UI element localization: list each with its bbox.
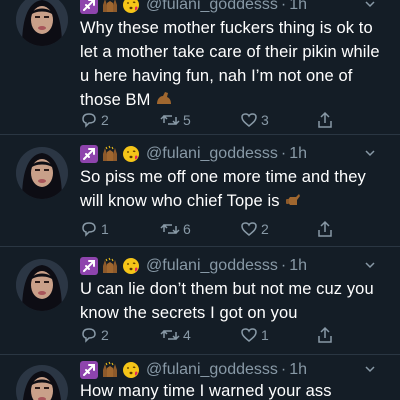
- share-icon: [318, 326, 332, 343]
- heart-icon: [241, 328, 257, 342]
- tweet-feed: @fulani_goddesss · 1h Why these mother f…: [0, 0, 400, 400]
- tweet-text: So piss me off one more time and they wi…: [80, 168, 366, 210]
- retweet-count: 6: [183, 221, 191, 237]
- user-handle[interactable]: @fulani_goddesss: [146, 257, 278, 275]
- chevron-down-icon[interactable]: [364, 259, 376, 271]
- call-me-hand-icon: [285, 194, 300, 205]
- tweet-header: @fulani_goddesss · 1h: [80, 143, 390, 165]
- raising-hands-icon: [103, 257, 117, 273]
- retweet-button[interactable]: 5: [160, 111, 191, 129]
- sagittarius-icon: [80, 0, 98, 14]
- chevron-down-icon[interactable]: [364, 363, 376, 375]
- avatar[interactable]: [16, 0, 68, 46]
- retweet-count: 5: [183, 112, 191, 128]
- tweet-text: U can lie don’t them but not me cuz you …: [80, 280, 374, 322]
- share-button[interactable]: [316, 220, 337, 238]
- share-button[interactable]: [316, 326, 337, 344]
- face-blowing-kiss-icon: [123, 146, 139, 162]
- raising-hands-icon: [103, 0, 117, 12]
- like-button[interactable]: 3: [240, 111, 269, 129]
- tweet-header: @fulani_goddesss · 1h: [80, 0, 390, 16]
- face-blowing-kiss-icon: [123, 0, 139, 13]
- sagittarius-icon: [80, 145, 98, 163]
- separator-dot: ·: [280, 0, 287, 13]
- face-blowing-kiss-icon: [123, 362, 139, 378]
- timestamp[interactable]: 1h: [289, 145, 307, 163]
- face-blowing-kiss-icon: [123, 258, 139, 274]
- header-emojis: [80, 257, 140, 275]
- tweet-header: @fulani_goddesss · 1h: [80, 255, 390, 277]
- retweet-button[interactable]: 6: [160, 220, 191, 238]
- tweet-header: @fulani_goddesss · 1h: [80, 359, 390, 381]
- header-emojis: [80, 145, 140, 163]
- reply-icon: [82, 113, 96, 128]
- retweet-button[interactable]: 4: [160, 326, 191, 344]
- reply-button[interactable]: 1: [80, 220, 109, 238]
- separator-dot: ·: [280, 145, 287, 162]
- share-icon: [318, 220, 332, 237]
- timestamp[interactable]: 1h: [289, 257, 307, 275]
- header-emojis: [80, 361, 140, 379]
- tweet-text: How many time I warned your ass: [80, 382, 332, 400]
- tweet-body: Why these mother fuckers thing is ok to …: [80, 16, 390, 112]
- reply-button[interactable]: 2: [80, 111, 109, 129]
- tweet-actions: 2 4 1: [80, 325, 340, 345]
- reply-icon: [82, 328, 96, 343]
- header-emojis: [80, 0, 140, 14]
- tweet[interactable]: @fulani_goddesss · 1h U can lie don’t th…: [0, 247, 400, 355]
- tweet[interactable]: @fulani_goddesss · 1h How many time I wa…: [0, 355, 400, 400]
- user-handle[interactable]: @fulani_goddesss: [146, 145, 278, 163]
- tweet-actions: 2 5 3: [80, 110, 340, 130]
- retweet-icon: [160, 114, 180, 126]
- sagittarius-icon: [80, 361, 98, 379]
- user-handle[interactable]: @fulani_goddesss: [146, 0, 278, 14]
- separator-dot: ·: [280, 361, 287, 378]
- like-count: 2: [261, 221, 269, 237]
- retweet-icon: [160, 223, 180, 235]
- tweet[interactable]: @fulani_goddesss · 1h So piss me off one…: [0, 135, 400, 247]
- tweet-body: So piss me off one more time and they wi…: [80, 165, 390, 213]
- like-count: 1: [261, 327, 269, 343]
- separator-dot: ·: [280, 257, 287, 274]
- share-button[interactable]: [316, 111, 337, 129]
- reply-icon: [82, 222, 96, 237]
- raising-hands-icon: [103, 361, 117, 377]
- heart-icon: [241, 113, 257, 127]
- tweet[interactable]: @fulani_goddesss · 1h Why these mother f…: [0, 0, 400, 135]
- like-button[interactable]: 2: [240, 220, 269, 238]
- tweet-body: How many time I warned your ass: [80, 379, 390, 400]
- like-button[interactable]: 1: [240, 326, 269, 344]
- user-handle[interactable]: @fulani_goddesss: [146, 361, 278, 379]
- avatar[interactable]: [16, 147, 68, 199]
- retweet-icon: [160, 329, 180, 341]
- chevron-down-icon[interactable]: [364, 147, 376, 159]
- avatar[interactable]: [16, 365, 68, 400]
- like-count: 3: [261, 112, 269, 128]
- sagittarius-icon: [80, 257, 98, 275]
- tweet-actions: 1 6 2: [80, 219, 340, 239]
- tweet-body: U can lie don’t them but not me cuz you …: [80, 277, 390, 325]
- avatar[interactable]: [16, 259, 68, 311]
- reply-count: 1: [101, 221, 109, 237]
- reply-count: 2: [101, 327, 109, 343]
- flexed-biceps-icon: [156, 92, 171, 104]
- reply-count: 2: [101, 112, 109, 128]
- timestamp[interactable]: 1h: [289, 0, 307, 14]
- heart-icon: [241, 222, 257, 236]
- reply-button[interactable]: 2: [80, 326, 109, 344]
- chevron-down-icon[interactable]: [364, 0, 376, 10]
- retweet-count: 4: [183, 327, 191, 343]
- raising-hands-icon: [103, 145, 117, 161]
- timestamp[interactable]: 1h: [289, 361, 307, 379]
- tweet-text: Why these mother fuckers thing is ok to …: [80, 19, 380, 109]
- share-icon: [318, 111, 332, 128]
